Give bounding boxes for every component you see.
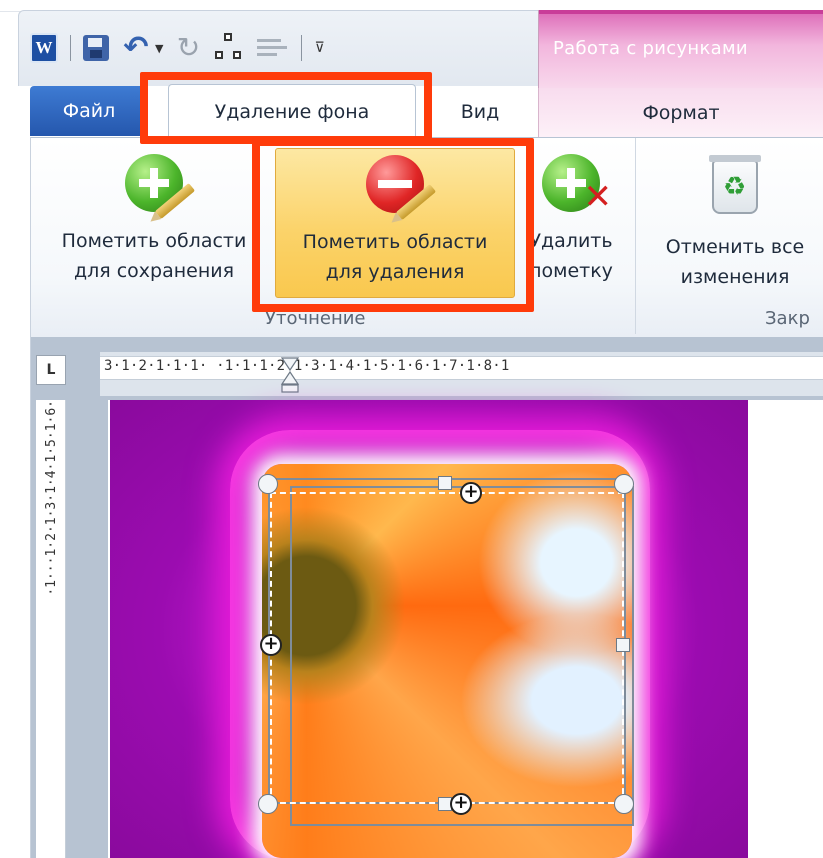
vertical-ruler[interactable]: ·1···1·2·1·3·1·4·1·5·1·6·	[36, 400, 66, 858]
undo-icon[interactable]: ↶	[121, 33, 151, 63]
discard-label-line2: изменения	[680, 266, 790, 288]
mark-keep-label-line2: для сохранения	[73, 260, 235, 282]
quick-access-toolbar: W ↶ ▼ ↻ ⊽	[30, 28, 325, 68]
mark-areas-to-keep-button[interactable]: Пометить области для сохранения	[37, 148, 271, 298]
resize-handle-top-right[interactable]	[614, 474, 634, 494]
discard-all-changes-button[interactable]: ♻ Отменить все изменения	[645, 148, 823, 298]
horizontal-ruler-numbers: 3·1·2·1·1·1· ·1·1·1·2·1·3·1·4·1·5·1·6·1·…	[104, 358, 510, 374]
indent-marker-icon[interactable]	[280, 354, 300, 394]
tab-file[interactable]: Файл	[30, 86, 148, 136]
delete-mark-icon: ✕	[542, 154, 612, 214]
group-separator	[635, 138, 636, 334]
tab-format[interactable]: Формат	[538, 88, 823, 138]
toolbar-separator	[301, 35, 303, 61]
selected-picture[interactable]: + + +	[110, 400, 748, 858]
context-header-strip	[539, 10, 823, 14]
annotation-frame-tab	[140, 72, 432, 144]
resize-handle-top-left[interactable]	[258, 474, 278, 494]
horizontal-ruler[interactable]: 3·1·2·1·1·1· ·1·1·1·2·1·3·1·4·1·5·1·6·1·…	[100, 352, 823, 396]
vertical-ruler-numbers: ·1···1·2·1·3·1·4·1·5·1·6·	[44, 400, 59, 596]
delete-mark-label-line2: пометку	[529, 260, 613, 282]
toolbar-separator	[70, 35, 71, 61]
picture-tools-context-header: Работа с рисунками	[538, 10, 823, 88]
save-icon[interactable]	[83, 35, 109, 61]
word-icon[interactable]: W	[30, 33, 58, 63]
resize-handle-top[interactable]	[438, 476, 452, 490]
keep-mark-plus-icon[interactable]: +	[450, 793, 472, 815]
context-group-title: Работа с рисунками	[553, 38, 748, 59]
delete-mark-label-line1: Удалить	[529, 230, 613, 252]
mark-keep-label-line1: Пометить области	[61, 230, 247, 252]
resize-handle-right[interactable]	[616, 638, 630, 652]
tab-view[interactable]: Вид	[440, 92, 520, 132]
plus-pencil-icon	[125, 154, 196, 219]
undo-dropdown-icon[interactable]: ▼	[155, 42, 163, 55]
discard-label-line1: Отменить все	[665, 236, 805, 258]
network-icon[interactable]	[213, 33, 243, 63]
customize-toolbar-icon[interactable]: ⊽	[314, 40, 324, 56]
text-box-icon[interactable]	[255, 33, 289, 63]
delete-mark-button[interactable]: ✕ Удалить пометку	[519, 148, 623, 298]
annotation-frame-button	[252, 138, 534, 312]
tab-selector[interactable]: L	[36, 355, 66, 385]
keep-mark-plus-icon[interactable]: +	[460, 482, 482, 504]
recycle-bin-icon: ♻	[709, 155, 761, 214]
marquee-dashed-rectangle	[270, 492, 624, 804]
redo-icon[interactable]: ↻	[175, 33, 201, 63]
keep-mark-plus-icon[interactable]: +	[260, 634, 282, 656]
resize-handle-bottom-right[interactable]	[614, 794, 634, 814]
resize-handle-bottom-left[interactable]	[258, 794, 278, 814]
group-label-close: Закр	[765, 308, 810, 329]
